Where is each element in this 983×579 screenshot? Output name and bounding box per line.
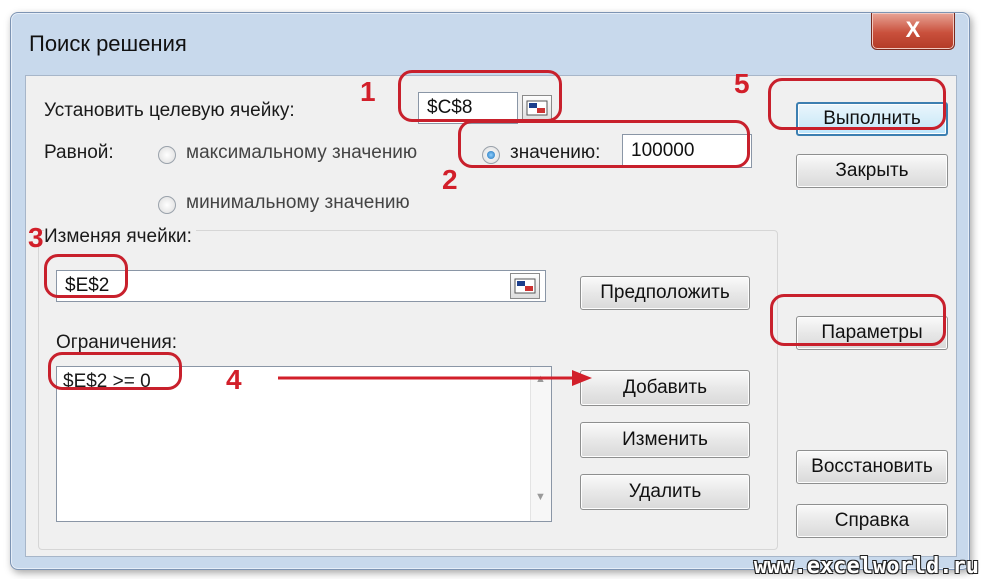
help-button[interactable]: Справка <box>796 504 948 538</box>
arrow-icon <box>278 370 592 386</box>
watermark: www.excelworld.ru <box>753 554 979 579</box>
annotation-5: 5 <box>734 68 750 99</box>
close-button[interactable]: Закрыть <box>796 154 948 188</box>
min-value-label: минимальному значению <box>186 192 410 213</box>
add-constraint-button[interactable]: Добавить <box>580 370 750 406</box>
highlight-value-of <box>458 120 750 168</box>
scroll-down-icon[interactable]: ▼ <box>535 491 546 503</box>
constraints-label: Ограничения: <box>56 332 178 353</box>
highlight-constraint <box>48 352 182 390</box>
highlight-run-button <box>768 78 946 130</box>
highlight-target-cell <box>398 70 562 122</box>
highlight-options-button <box>770 294 946 346</box>
changing-cells-ref-button[interactable] <box>510 273 540 299</box>
dialog-title: Поиск решения <box>29 31 187 56</box>
target-cell-label: Установить целевую ячейку: <box>44 100 295 121</box>
annotation-4: 4 <box>226 364 242 395</box>
max-value-label: максимальному значению <box>186 142 418 163</box>
guess-button[interactable]: Предположить <box>580 276 750 310</box>
changing-cells-label: Изменяя ячейки: <box>44 226 196 248</box>
close-window-button[interactable]: X <box>871 13 955 50</box>
highlight-changing-cells <box>44 254 128 298</box>
annotation-1: 1 <box>360 76 376 107</box>
delete-constraint-button[interactable]: Удалить <box>580 474 750 510</box>
annotation-3: 3 <box>28 222 44 253</box>
max-value-radio[interactable] <box>158 146 176 164</box>
changing-cells-input[interactable]: $E$2 <box>56 270 546 302</box>
min-value-radio[interactable] <box>158 196 176 214</box>
collapse-dialog-icon <box>514 278 536 294</box>
reset-button[interactable]: Восстановить <box>796 450 948 484</box>
equal-to-label: Равной: <box>44 142 114 163</box>
change-constraint-button[interactable]: Изменить <box>580 422 750 458</box>
constraints-scrollbar[interactable]: ▲ ▼ <box>530 367 551 521</box>
annotation-2: 2 <box>442 164 458 195</box>
